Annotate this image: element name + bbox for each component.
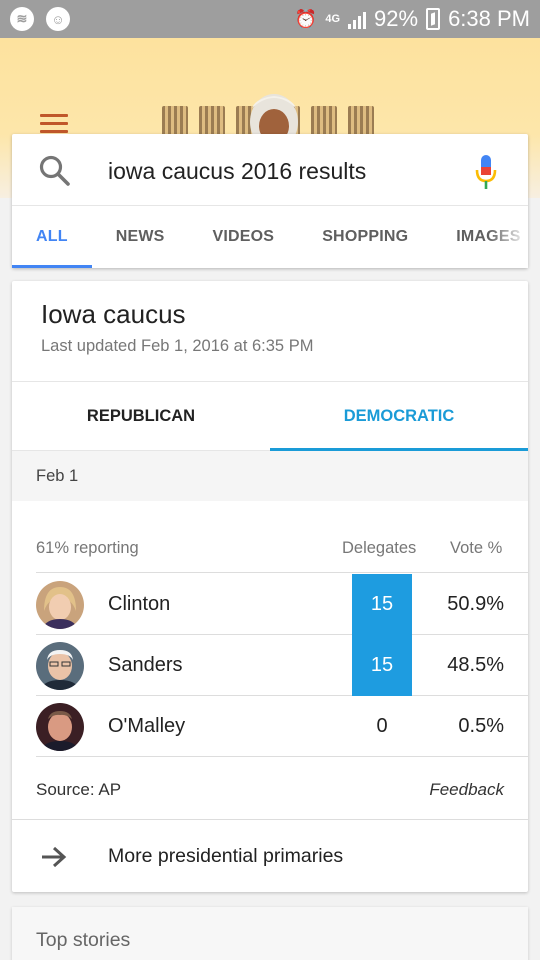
search-tabs: ALL NEWS VIDEOS SHOPPING IMAGES [12, 206, 528, 268]
tab-news[interactable]: NEWS [92, 206, 189, 268]
mic-icon[interactable] [474, 154, 498, 190]
vote-percent: 0.5% [458, 715, 504, 737]
delegate-count: 15 [352, 574, 412, 635]
card-title: Iowa caucus [41, 299, 186, 329]
more-primaries-link[interactable]: More presidential primaries [12, 820, 528, 892]
tab-shopping[interactable]: SHOPPING [298, 206, 432, 268]
source-label: Source: AP [36, 780, 122, 799]
results-table-header: 61% reporting Delegates Vote % [36, 521, 528, 573]
clock: 6:38 PM [448, 6, 530, 31]
top-stories-card[interactable]: Top stories [12, 907, 528, 960]
tab-republican[interactable]: REPUBLICAN [12, 382, 270, 450]
clinton-avatar [36, 581, 84, 629]
spotify-icon: ≋ [10, 7, 34, 31]
sanders-avatar [36, 642, 84, 690]
source-row: Source: AP Feedback [12, 758, 528, 820]
search-card: iowa caucus 2016 results ALL NEWS VIDEOS… [12, 134, 528, 268]
vote-header: Vote % [450, 539, 503, 557]
tabs-fade [488, 206, 528, 268]
feedback-link[interactable]: Feedback [429, 780, 504, 800]
chat-icon: ☺ [46, 7, 70, 31]
search-bar[interactable]: iowa caucus 2016 results [12, 134, 528, 206]
last-updated: Last updated Feb 1, 2016 at 6:35 PM [41, 337, 314, 355]
more-primaries-label: More presidential primaries [108, 845, 344, 867]
table-row: Sanders 15 48.5% [36, 635, 528, 696]
data-icon: 4G [325, 13, 341, 25]
party-tabs: REPUBLICAN DEMOCRATIC [12, 381, 528, 451]
delegate-count: 15 [352, 635, 412, 696]
date-label: Feb 1 [36, 467, 79, 485]
signal-icon [348, 9, 367, 29]
table-row: O'Malley 0 0.5% [36, 696, 528, 757]
tab-videos[interactable]: VIDEOS [189, 206, 299, 268]
top-stories-heading: Top stories [36, 929, 131, 951]
omalley-avatar [36, 703, 84, 751]
delegate-count: 0 [376, 715, 388, 737]
delegates-header: Delegates [342, 539, 417, 557]
tab-democratic[interactable]: DEMOCRATIC [270, 382, 528, 451]
table-row: Clinton 15 50.9% [36, 574, 528, 635]
tab-all[interactable]: ALL [12, 206, 92, 268]
date-header: Feb 1 [12, 451, 528, 501]
battery-icon [426, 8, 441, 30]
search-icon[interactable] [38, 154, 72, 188]
hamburger-menu-icon[interactable] [40, 114, 68, 134]
vote-percent: 50.9% [447, 593, 504, 615]
candidate-name: Clinton [108, 593, 171, 615]
search-input[interactable]: iowa caucus 2016 results [108, 158, 366, 185]
alarm-icon: ⏰ [294, 8, 318, 29]
candidate-name: Sanders [108, 654, 183, 676]
candidate-name: O'Malley [108, 715, 186, 737]
status-bar: ≋ ☺ ⏰ 4G 92% 6:38 PM [0, 0, 540, 38]
arrow-right-icon [42, 846, 67, 868]
vote-percent: 48.5% [447, 654, 504, 676]
reporting-label: 61% reporting [36, 539, 139, 557]
battery-percent: 92% [374, 6, 419, 31]
caucus-results-card: Iowa caucus Last updated Feb 1, 2016 at … [12, 281, 528, 892]
